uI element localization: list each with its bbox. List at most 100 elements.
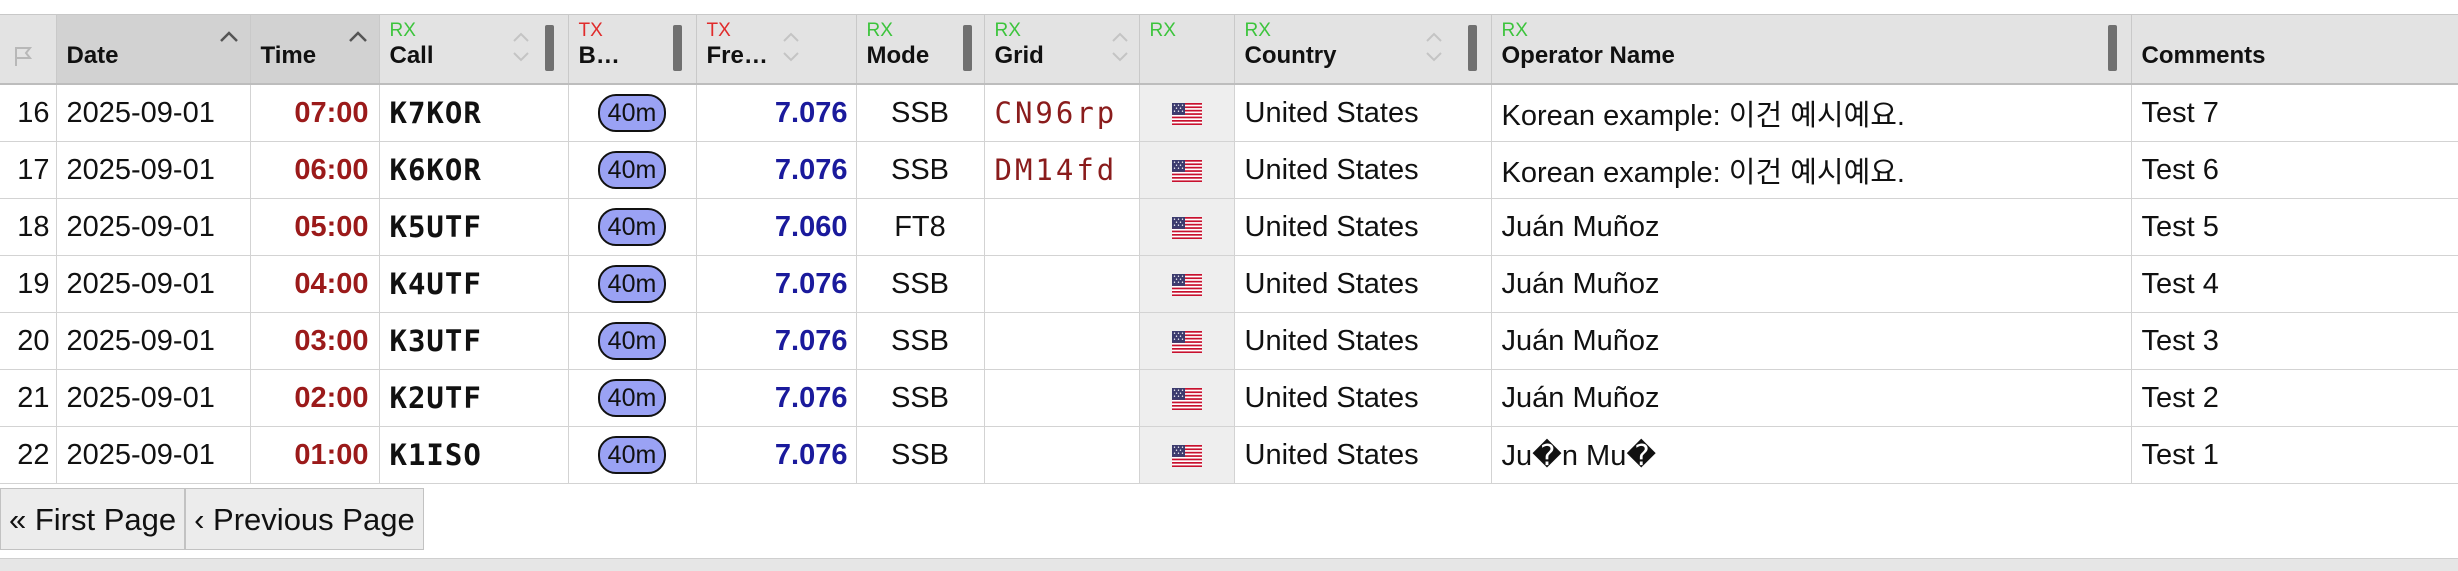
table-row[interactable]: 17 2025-09-01 06:00 K6KOR 40m 7.076 SSB … xyxy=(0,142,2458,199)
column-resize-handle[interactable] xyxy=(545,25,554,71)
cell-date[interactable]: 2025-09-01 xyxy=(56,199,250,256)
table-row[interactable]: 18 2025-09-01 05:00 K5UTF 40m 7.060 FT8 xyxy=(0,199,2458,256)
column-header-date[interactable]: Date xyxy=(56,15,250,85)
cell-call[interactable]: K2UTF xyxy=(379,370,568,427)
cell-time[interactable]: 05:00 xyxy=(250,199,379,256)
column-header-mode[interactable]: RX Mode xyxy=(856,15,984,85)
column-header-flag[interactable] xyxy=(0,15,56,85)
column-header-flag-rx[interactable]: RX xyxy=(1139,15,1234,85)
cell-comments[interactable]: Test 6 xyxy=(2131,142,2458,199)
cell-operator-name[interactable]: Korean example: 이건 예시예요. xyxy=(1491,84,2131,142)
column-header-call[interactable]: RX Call xyxy=(379,15,568,85)
cell-grid[interactable] xyxy=(984,313,1139,370)
cell-country[interactable]: United States xyxy=(1234,256,1491,313)
cell-country[interactable]: United States xyxy=(1234,199,1491,256)
cell-country[interactable]: United States xyxy=(1234,84,1491,142)
cell-call[interactable]: K6KOR xyxy=(379,142,568,199)
cell-country[interactable]: United States xyxy=(1234,427,1491,484)
table-row[interactable]: 19 2025-09-01 04:00 K4UTF 40m 7.076 SSB xyxy=(0,256,2458,313)
cell-operator-name[interactable]: Korean example: 이건 예시예요. xyxy=(1491,142,2131,199)
band-badge: 40m xyxy=(598,94,667,132)
previous-page-button[interactable]: ‹ Previous Page xyxy=(185,488,424,550)
cell-band[interactable]: 40m xyxy=(568,199,696,256)
cell-flag xyxy=(1139,256,1234,313)
column-resize-handle[interactable] xyxy=(673,25,682,71)
cell-mode[interactable]: SSB xyxy=(856,142,984,199)
cell-band[interactable]: 40m xyxy=(568,313,696,370)
first-page-button[interactable]: « First Page xyxy=(0,488,185,550)
cell-time[interactable]: 07:00 xyxy=(250,84,379,142)
cell-mode[interactable]: FT8 xyxy=(856,199,984,256)
table-row[interactable]: 21 2025-09-01 02:00 K2UTF 40m 7.076 SSB xyxy=(0,370,2458,427)
cell-frequency[interactable]: 7.076 xyxy=(696,427,856,484)
column-resize-handle[interactable] xyxy=(2108,25,2117,71)
cell-country[interactable]: United States xyxy=(1234,370,1491,427)
cell-mode[interactable]: SSB xyxy=(856,313,984,370)
cell-time[interactable]: 01:00 xyxy=(250,427,379,484)
cell-time[interactable]: 06:00 xyxy=(250,142,379,199)
cell-date[interactable]: 2025-09-01 xyxy=(56,370,250,427)
cell-comments[interactable]: Test 5 xyxy=(2131,199,2458,256)
column-header-freq[interactable]: TX Fre… xyxy=(696,15,856,85)
rx-indicator: RX xyxy=(390,21,416,40)
cell-call[interactable]: K1ISO xyxy=(379,427,568,484)
cell-grid[interactable] xyxy=(984,256,1139,313)
cell-operator-name[interactable]: Juán Muñoz xyxy=(1491,199,2131,256)
table-row[interactable]: 16 2025-09-01 07:00 K7KOR 40m 7.076 SSB … xyxy=(0,84,2458,142)
cell-comments[interactable]: Test 2 xyxy=(2131,370,2458,427)
cell-operator-name[interactable]: Juán Muñoz xyxy=(1491,370,2131,427)
cell-grid[interactable] xyxy=(984,370,1139,427)
cell-date[interactable]: 2025-09-01 xyxy=(56,256,250,313)
column-header-comments[interactable]: Comments xyxy=(2131,15,2458,85)
cell-band[interactable]: 40m xyxy=(568,84,696,142)
cell-grid[interactable] xyxy=(984,199,1139,256)
cell-date[interactable]: 2025-09-01 xyxy=(56,427,250,484)
cell-date[interactable]: 2025-09-01 xyxy=(56,313,250,370)
cell-mode[interactable]: SSB xyxy=(856,427,984,484)
cell-band[interactable]: 40m xyxy=(568,370,696,427)
cell-call[interactable]: K4UTF xyxy=(379,256,568,313)
table-row[interactable]: 22 2025-09-01 01:00 K1ISO 40m 7.076 SSB xyxy=(0,427,2458,484)
cell-operator-name[interactable]: Juán Muñoz xyxy=(1491,256,2131,313)
cell-mode[interactable]: SSB xyxy=(856,256,984,313)
cell-comments[interactable]: Test 4 xyxy=(2131,256,2458,313)
column-header-time[interactable]: Time xyxy=(250,15,379,85)
cell-grid[interactable]: DM14fd xyxy=(984,142,1139,199)
cell-comments[interactable]: Test 1 xyxy=(2131,427,2458,484)
cell-time[interactable]: 04:00 xyxy=(250,256,379,313)
cell-comments[interactable]: Test 3 xyxy=(2131,313,2458,370)
cell-frequency[interactable]: 7.076 xyxy=(696,84,856,142)
cell-frequency[interactable]: 7.060 xyxy=(696,199,856,256)
cell-frequency[interactable]: 7.076 xyxy=(696,313,856,370)
column-header-operator[interactable]: RX Operator Name xyxy=(1491,15,2131,85)
cell-grid[interactable] xyxy=(984,427,1139,484)
column-header-grid[interactable]: RX Grid xyxy=(984,15,1139,85)
column-header-country[interactable]: RX Country xyxy=(1234,15,1491,85)
cell-mode[interactable]: SSB xyxy=(856,84,984,142)
cell-band[interactable]: 40m xyxy=(568,427,696,484)
cell-date[interactable]: 2025-09-01 xyxy=(56,84,250,142)
cell-operator-name[interactable]: Ju�n Mu� xyxy=(1491,427,2131,484)
cell-grid[interactable]: CN96rp xyxy=(984,84,1139,142)
cell-mode[interactable]: SSB xyxy=(856,370,984,427)
column-resize-handle[interactable] xyxy=(963,25,972,71)
cell-date[interactable]: 2025-09-01 xyxy=(56,142,250,199)
column-header-band[interactable]: TX B… xyxy=(568,15,696,85)
cell-frequency[interactable]: 7.076 xyxy=(696,142,856,199)
table-row[interactable]: 20 2025-09-01 03:00 K3UTF 40m 7.076 SSB xyxy=(0,313,2458,370)
sort-unsorted-icon xyxy=(1109,23,1131,69)
cell-call[interactable]: K3UTF xyxy=(379,313,568,370)
cell-call[interactable]: K5UTF xyxy=(379,199,568,256)
cell-band[interactable]: 40m xyxy=(568,142,696,199)
cell-frequency[interactable]: 7.076 xyxy=(696,256,856,313)
cell-country[interactable]: United States xyxy=(1234,313,1491,370)
column-resize-handle[interactable] xyxy=(1468,25,1477,71)
cell-comments[interactable]: Test 7 xyxy=(2131,84,2458,142)
cell-band[interactable]: 40m xyxy=(568,256,696,313)
cell-call[interactable]: K7KOR xyxy=(379,84,568,142)
cell-country[interactable]: United States xyxy=(1234,142,1491,199)
cell-frequency[interactable]: 7.076 xyxy=(696,370,856,427)
cell-operator-name[interactable]: Juán Muñoz xyxy=(1491,313,2131,370)
cell-time[interactable]: 02:00 xyxy=(250,370,379,427)
cell-time[interactable]: 03:00 xyxy=(250,313,379,370)
